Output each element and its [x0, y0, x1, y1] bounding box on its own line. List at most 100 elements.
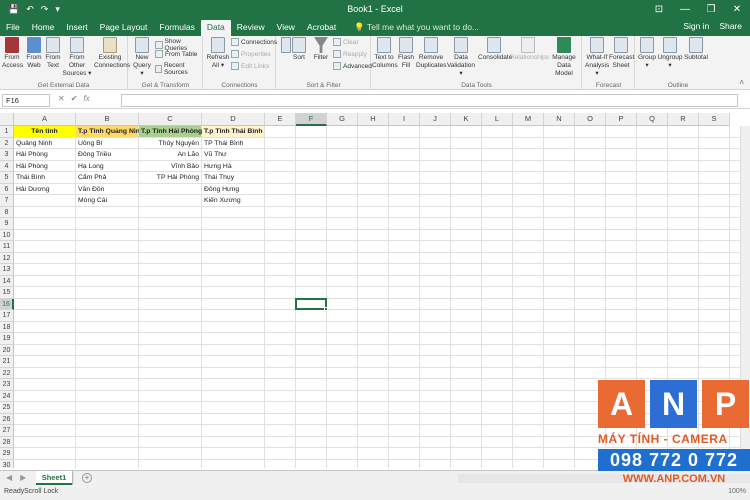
cell-a4[interactable]: Hải Phòng [14, 161, 75, 172]
row-header-10[interactable]: 10 [0, 229, 14, 241]
column-header-o[interactable]: O [575, 113, 606, 126]
customize-qat-icon[interactable]: ▾ [55, 4, 60, 15]
cell-c4[interactable]: Vĩnh Bảo [139, 161, 201, 172]
formula-input[interactable] [121, 94, 738, 107]
column-header-r[interactable]: R [668, 113, 699, 126]
row-header-24[interactable]: 24 [0, 390, 14, 402]
row-header-30[interactable]: 30 [0, 459, 14, 468]
insert-function-icon[interactable]: fx [83, 94, 89, 103]
sheet-tab[interactable]: Sheet1 [36, 471, 72, 485]
column-header-j[interactable]: J [420, 113, 451, 126]
row-header-6[interactable]: 6 [0, 183, 14, 195]
row-header-18[interactable]: 18 [0, 321, 14, 333]
group-button[interactable]: Group ▾ [637, 37, 657, 70]
add-sheet-button[interactable]: + [82, 473, 92, 483]
row-header-22[interactable]: 22 [0, 367, 14, 379]
from-access-button[interactable]: From Access [2, 37, 23, 70]
cell-b2[interactable]: Uông Bí [76, 138, 138, 149]
tab-review[interactable]: Review [231, 20, 271, 36]
close-icon[interactable]: ✕ [724, 0, 750, 19]
cell-b7[interactable]: Móng Cái [76, 195, 138, 206]
column-header-d[interactable]: D [202, 113, 265, 126]
cell-d3[interactable]: Vũ Thư [202, 149, 264, 160]
undo-icon[interactable]: ↶ [26, 4, 34, 15]
refresh-all-button[interactable]: Refresh All ▾ [206, 37, 230, 70]
cell-d6[interactable]: Đông Hưng [202, 184, 264, 195]
fill-handle[interactable] [324, 307, 328, 311]
row-header-13[interactable]: 13 [0, 264, 14, 276]
tab-data[interactable]: Data [200, 20, 231, 36]
cell-c3[interactable]: An Lão [139, 149, 201, 160]
what-if-analysis-button[interactable]: What-If Analysis ▾ [585, 37, 609, 78]
row-header-23[interactable]: 23 [0, 379, 14, 391]
cell-d1[interactable]: T.p Tỉnh Thái Bình [202, 126, 264, 137]
cell-a5[interactable]: Thái Bình [14, 172, 75, 183]
existing-connections-button[interactable]: Existing Connections [94, 37, 130, 70]
column-header-h[interactable]: H [358, 113, 389, 126]
row-header-27[interactable]: 27 [0, 425, 14, 437]
from-table-button[interactable]: From Table [155, 50, 197, 58]
connections-button[interactable]: Connections [231, 38, 277, 46]
cell-b6[interactable]: Vân Đồn [76, 184, 138, 195]
tab-page-layout[interactable]: Page Layout [94, 20, 154, 36]
data-validation-button[interactable]: Data Validation ▾ [446, 37, 476, 78]
column-header-q[interactable]: Q [637, 113, 668, 126]
new-query-button[interactable]: New Query ▾ [131, 37, 153, 78]
row-header-9[interactable]: 9 [0, 218, 14, 230]
row-header-21[interactable]: 21 [0, 356, 14, 368]
from-other-sources-button[interactable]: From Other Sources ▾ [62, 37, 92, 78]
column-header-g[interactable]: G [327, 113, 358, 126]
row-header-26[interactable]: 26 [0, 413, 14, 425]
tab-insert[interactable]: Insert [60, 20, 93, 36]
save-icon[interactable]: 💾 [8, 4, 19, 15]
tab-view[interactable]: View [271, 20, 301, 36]
column-header-n[interactable]: N [544, 113, 575, 126]
cell-c5[interactable]: TP Hải Phòng [139, 172, 201, 183]
cell-d5[interactable]: Thái Thụy [202, 172, 264, 183]
active-cell-selection[interactable] [295, 297, 327, 310]
collapse-ribbon-icon[interactable]: ˄ [739, 78, 744, 87]
row-header-2[interactable]: 2 [0, 137, 14, 149]
cell-a6[interactable]: Hải Dương [14, 184, 75, 195]
column-header-i[interactable]: I [389, 113, 420, 126]
column-header-e[interactable]: E [265, 113, 296, 126]
subtotal-button[interactable]: Subtotal [683, 37, 709, 62]
row-header-1[interactable]: 1 [0, 126, 14, 138]
minimize-icon[interactable]: — [672, 0, 698, 19]
tab-file[interactable]: File [0, 20, 26, 36]
reapply-button[interactable]: Reapply [333, 50, 367, 58]
column-header-f[interactable]: F [296, 113, 327, 126]
from-text-button[interactable]: From Text [44, 37, 62, 70]
ungroup-button[interactable]: Ungroup ▾ [657, 37, 683, 70]
restore-icon[interactable]: ❐ [698, 0, 724, 19]
tab-formulas[interactable]: Formulas [153, 20, 200, 36]
share-button[interactable]: Share [719, 21, 742, 31]
tab-acrobat[interactable]: Acrobat [301, 20, 342, 36]
cell-b4[interactable]: Hạ Long [76, 161, 138, 172]
row-header-29[interactable]: 29 [0, 448, 14, 460]
row-header-12[interactable]: 12 [0, 252, 14, 264]
relationships-button[interactable]: Relationships [510, 37, 549, 62]
row-header-17[interactable]: 17 [0, 310, 14, 322]
row-header-19[interactable]: 19 [0, 333, 14, 345]
row-header-15[interactable]: 15 [0, 287, 14, 299]
cell-c2[interactable]: Thủy Nguyên [139, 138, 201, 149]
column-header-a[interactable]: A [14, 113, 76, 126]
row-header-5[interactable]: 5 [0, 172, 14, 184]
sort-button[interactable]: Sort [289, 37, 309, 62]
flash-fill-button[interactable]: Flash Fill [398, 37, 414, 70]
sign-in-link[interactable]: Sign in [683, 21, 709, 31]
tab-home[interactable]: Home [26, 20, 61, 36]
name-box[interactable]: F16 [2, 94, 50, 107]
clear-button[interactable]: Clear [333, 38, 359, 46]
ribbon-display-icon[interactable]: ⊡ [646, 0, 672, 19]
cell-b5[interactable]: Cẩm Phả [76, 172, 138, 183]
forecast-sheet-button[interactable]: Forecast Sheet [609, 37, 634, 70]
row-header-4[interactable]: 4 [0, 160, 14, 172]
from-web-button[interactable]: From Web [24, 37, 44, 70]
enter-icon[interactable]: ✔ [71, 94, 78, 103]
text-to-columns-button[interactable]: Text to Columns [372, 37, 398, 70]
row-header-11[interactable]: 11 [0, 241, 14, 253]
row-header-14[interactable]: 14 [0, 275, 14, 287]
remove-duplicates-button[interactable]: Remove Duplicates [416, 37, 446, 70]
